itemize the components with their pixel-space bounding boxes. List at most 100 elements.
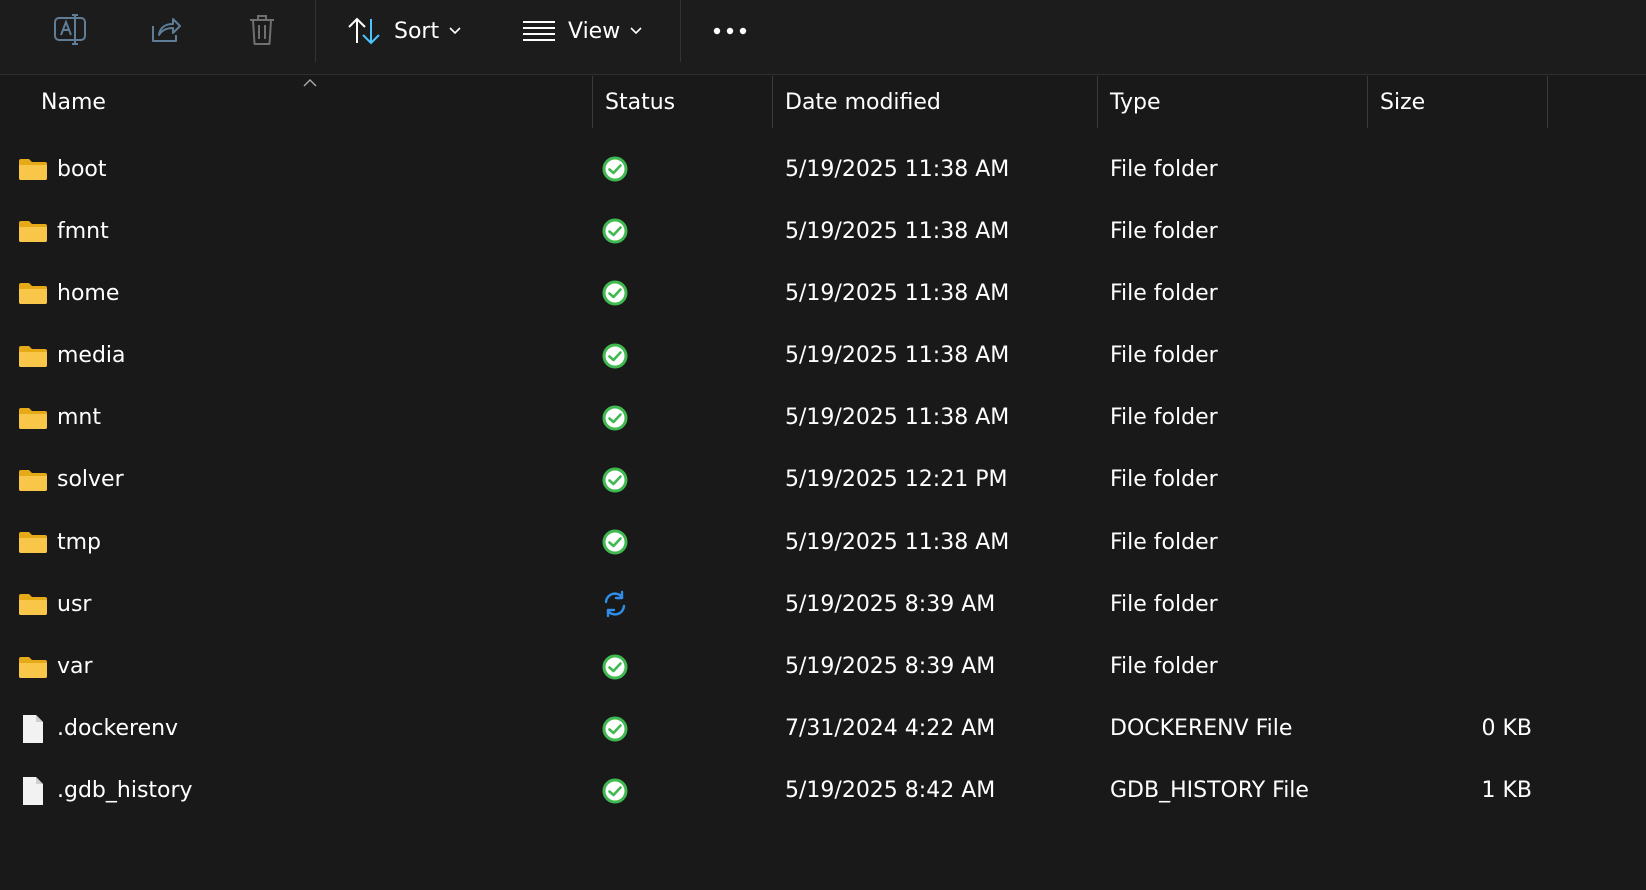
delete-icon[interactable] [242, 12, 282, 48]
file-size: 1 KB [1481, 778, 1532, 804]
column-header-date-modified[interactable]: Date modified [785, 76, 941, 128]
file-size [1380, 449, 1532, 511]
date-modified: 5/19/2025 12:21 PM [785, 467, 1008, 493]
file-list: boot 5/19/2025 11:38 AM File folder fmnt … [0, 138, 1646, 822]
date-modified: 5/19/2025 8:42 AM [785, 778, 996, 804]
table-row[interactable]: media 5/19/2025 11:38 AM File folder [0, 325, 1646, 387]
table-row[interactable]: fmnt 5/19/2025 11:38 AM File folder [0, 200, 1646, 262]
sort-label: Sort [394, 18, 440, 44]
date-modified: 5/19/2025 11:38 AM [785, 280, 1010, 306]
file-size [1380, 262, 1532, 324]
synced-check-icon [601, 698, 629, 760]
file-name[interactable]: home [57, 262, 119, 324]
synced-check-icon [601, 760, 629, 822]
sort-icon [346, 16, 382, 46]
file-name[interactable]: var [57, 636, 93, 698]
file-name[interactable]: boot [57, 138, 107, 200]
file-name[interactable]: tmp [57, 511, 101, 573]
folder-icon [18, 325, 48, 387]
column-divider[interactable] [1367, 76, 1368, 128]
column-header-name[interactable]: Name [41, 76, 106, 128]
table-row[interactable]: tmp 5/19/2025 11:38 AM File folder [0, 511, 1646, 573]
file-size [1380, 511, 1532, 573]
table-row[interactable]: home 5/19/2025 11:38 AM File folder [0, 262, 1646, 324]
folder-icon [18, 636, 48, 698]
file-size [1380, 573, 1532, 635]
chevron-down-icon [630, 27, 642, 35]
column-header-status[interactable]: Status [605, 76, 675, 128]
share-icon[interactable] [146, 12, 186, 48]
sort-ascending-icon [302, 73, 318, 87]
table-row[interactable]: solver 5/19/2025 12:21 PM File folder [0, 449, 1646, 511]
folder-icon [18, 262, 48, 324]
file-name[interactable]: solver [57, 449, 124, 511]
date-modified: 5/19/2025 11:38 AM [785, 218, 1010, 244]
view-label: View [568, 18, 621, 44]
column-header-size[interactable]: Size [1380, 76, 1425, 128]
table-row[interactable]: .gdb_history 5/19/2025 8:42 AM GDB_HISTOR… [0, 760, 1646, 822]
folder-icon [18, 511, 48, 573]
date-modified: 7/31/2024 4:22 AM [785, 716, 996, 742]
column-divider[interactable] [592, 76, 593, 128]
file-size [1380, 387, 1532, 449]
view-icon [522, 19, 556, 43]
file-size [1380, 325, 1532, 387]
more-options-button[interactable] [708, 14, 752, 48]
date-modified: 5/19/2025 11:38 AM [785, 529, 1010, 555]
sort-button[interactable]: Sort [346, 8, 461, 54]
file-icon [18, 698, 48, 760]
file-name[interactable]: mnt [57, 387, 101, 449]
file-name[interactable]: .gdb_history [57, 760, 193, 822]
table-row[interactable]: .dockerenv 7/31/2024 4:22 AM DOCKERENV Fi… [0, 698, 1646, 760]
more-icon [712, 26, 748, 36]
file-size: 0 KB [1481, 716, 1532, 742]
file-type: File folder [1110, 654, 1218, 679]
view-button[interactable]: View [522, 8, 642, 54]
date-modified: 5/19/2025 8:39 AM [785, 654, 996, 679]
table-row[interactable]: boot 5/19/2025 11:38 AM File folder [0, 138, 1646, 200]
sync-pending-icon [601, 573, 629, 635]
file-type: DOCKERENV File [1110, 716, 1293, 742]
file-name[interactable]: .dockerenv [57, 698, 178, 760]
date-modified: 5/19/2025 11:38 AM [785, 156, 1010, 182]
file-type: GDB_HISTORY File [1110, 778, 1309, 804]
table-row[interactable]: usr 5/19/2025 8:39 AM File folder [0, 573, 1646, 635]
synced-check-icon [601, 138, 629, 200]
folder-icon [18, 200, 48, 262]
file-size [1380, 636, 1532, 698]
synced-check-icon [601, 449, 629, 511]
table-row[interactable]: mnt 5/19/2025 11:38 AM File folder [0, 387, 1646, 449]
synced-check-icon [601, 200, 629, 262]
rename-icon[interactable] [50, 12, 90, 48]
synced-check-icon [601, 325, 629, 387]
file-type: File folder [1110, 467, 1218, 493]
synced-check-icon [601, 636, 629, 698]
date-modified: 5/19/2025 11:38 AM [785, 343, 1010, 369]
file-name[interactable]: media [57, 325, 126, 387]
column-divider[interactable] [1547, 76, 1548, 128]
file-name[interactable]: fmnt [57, 200, 109, 262]
table-row[interactable]: var 5/19/2025 8:39 AM File folder [0, 636, 1646, 698]
file-explorer: Sort View Name Status Date modified Type… [0, 0, 1646, 890]
file-type: File folder [1110, 218, 1218, 244]
file-type: File folder [1110, 405, 1218, 431]
command-bar: Sort View [0, 0, 1646, 75]
folder-icon [18, 138, 48, 200]
date-modified: 5/19/2025 8:39 AM [785, 591, 996, 617]
column-header-type[interactable]: Type [1110, 76, 1161, 128]
file-icon [18, 760, 48, 822]
column-divider[interactable] [1097, 76, 1098, 128]
file-size [1380, 200, 1532, 262]
synced-check-icon [601, 511, 629, 573]
column-divider[interactable] [772, 76, 773, 128]
file-size [1380, 138, 1532, 200]
file-type: File folder [1110, 591, 1218, 617]
file-type: File folder [1110, 280, 1218, 306]
chevron-down-icon [449, 27, 461, 35]
toolbar-separator [680, 0, 681, 62]
synced-check-icon [601, 387, 629, 449]
file-name[interactable]: usr [57, 573, 91, 635]
date-modified: 5/19/2025 11:38 AM [785, 405, 1010, 431]
toolbar-separator [315, 0, 316, 62]
file-type: File folder [1110, 529, 1218, 555]
